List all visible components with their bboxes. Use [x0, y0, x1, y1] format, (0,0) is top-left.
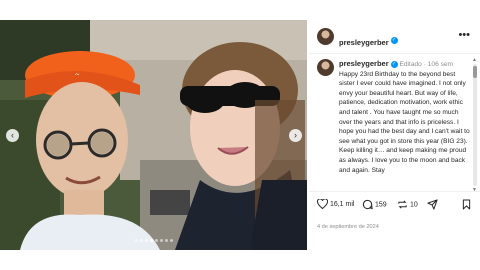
- carousel-indicator: [0, 239, 307, 242]
- scroll-up-icon[interactable]: ▲: [472, 57, 477, 63]
- comments-count: 159: [374, 201, 387, 209]
- caption-avatar[interactable]: [317, 59, 334, 76]
- carousel-dot: [164, 239, 168, 242]
- repost-button[interactable]: 10: [397, 199, 418, 211]
- like-button[interactable]: 16,1 mil: [316, 198, 355, 211]
- verified-badge-icon: ✓: [390, 60, 398, 68]
- post-age[interactable]: 106 sem: [428, 61, 453, 68]
- save-button[interactable]: [462, 199, 471, 211]
- verified-badge-icon: ✓: [390, 37, 398, 45]
- carousel-dot: [159, 239, 163, 242]
- avatar[interactable]: [317, 28, 334, 45]
- post-date[interactable]: 4 de septiembre de 2024: [317, 224, 379, 230]
- carousel-dot: [169, 239, 173, 242]
- post-header: presleygerber ✓ •••: [309, 20, 480, 54]
- meta-separator: ·: [423, 61, 426, 68]
- carousel-dot: [139, 239, 143, 242]
- share-icon: [427, 199, 438, 210]
- carousel-dot: [154, 239, 158, 242]
- post-sidebar: presleygerber ✓ ••• presleygerber ✓ Editad…: [309, 20, 480, 250]
- edited-label: Editado: [399, 61, 422, 68]
- caption-body: presleygerber ✓ Editado · 106 sem Happy 2…: [339, 59, 472, 175]
- comment-icon: [362, 199, 373, 210]
- action-bar: 16,1 mil 159 10: [309, 191, 480, 216]
- carousel-dot: [144, 239, 148, 242]
- chevron-left-icon[interactable]: ‹: [6, 129, 19, 142]
- bookmark-icon: [462, 199, 471, 210]
- caption: presleygerber ✓ Editado · 106 sem Happy 2…: [309, 54, 480, 190]
- instagram-post: ~ ‹ › presleygerber ✓ ••• presleygerber …: [0, 20, 480, 250]
- caption-scrollbar[interactable]: [473, 64, 477, 186]
- likes-count: 16,1 mil: [329, 201, 355, 208]
- caption-username[interactable]: presleygerber: [339, 59, 389, 68]
- caption-text: Happy 23rd Birthday to the beyond best s…: [339, 70, 470, 174]
- scrollbar-thumb[interactable]: [473, 66, 477, 78]
- heart-icon: [316, 198, 329, 210]
- share-button[interactable]: [427, 199, 438, 211]
- repost-icon: [398, 200, 407, 209]
- chevron-right-icon[interactable]: ›: [289, 129, 302, 142]
- svg-text:~: ~: [75, 70, 80, 79]
- header-username-wrap: presleygerber ✓: [339, 32, 398, 50]
- carousel-dot-active: [149, 239, 153, 242]
- carousel-dot: [134, 239, 138, 242]
- reposts-count: 10: [409, 201, 418, 209]
- comment-button[interactable]: 159: [362, 199, 387, 211]
- more-options-icon[interactable]: •••: [458, 29, 470, 41]
- post-photo[interactable]: ~ ‹ ›: [0, 20, 307, 250]
- selfie-photo: ~: [0, 20, 307, 250]
- header-username[interactable]: presleygerber: [339, 38, 389, 47]
